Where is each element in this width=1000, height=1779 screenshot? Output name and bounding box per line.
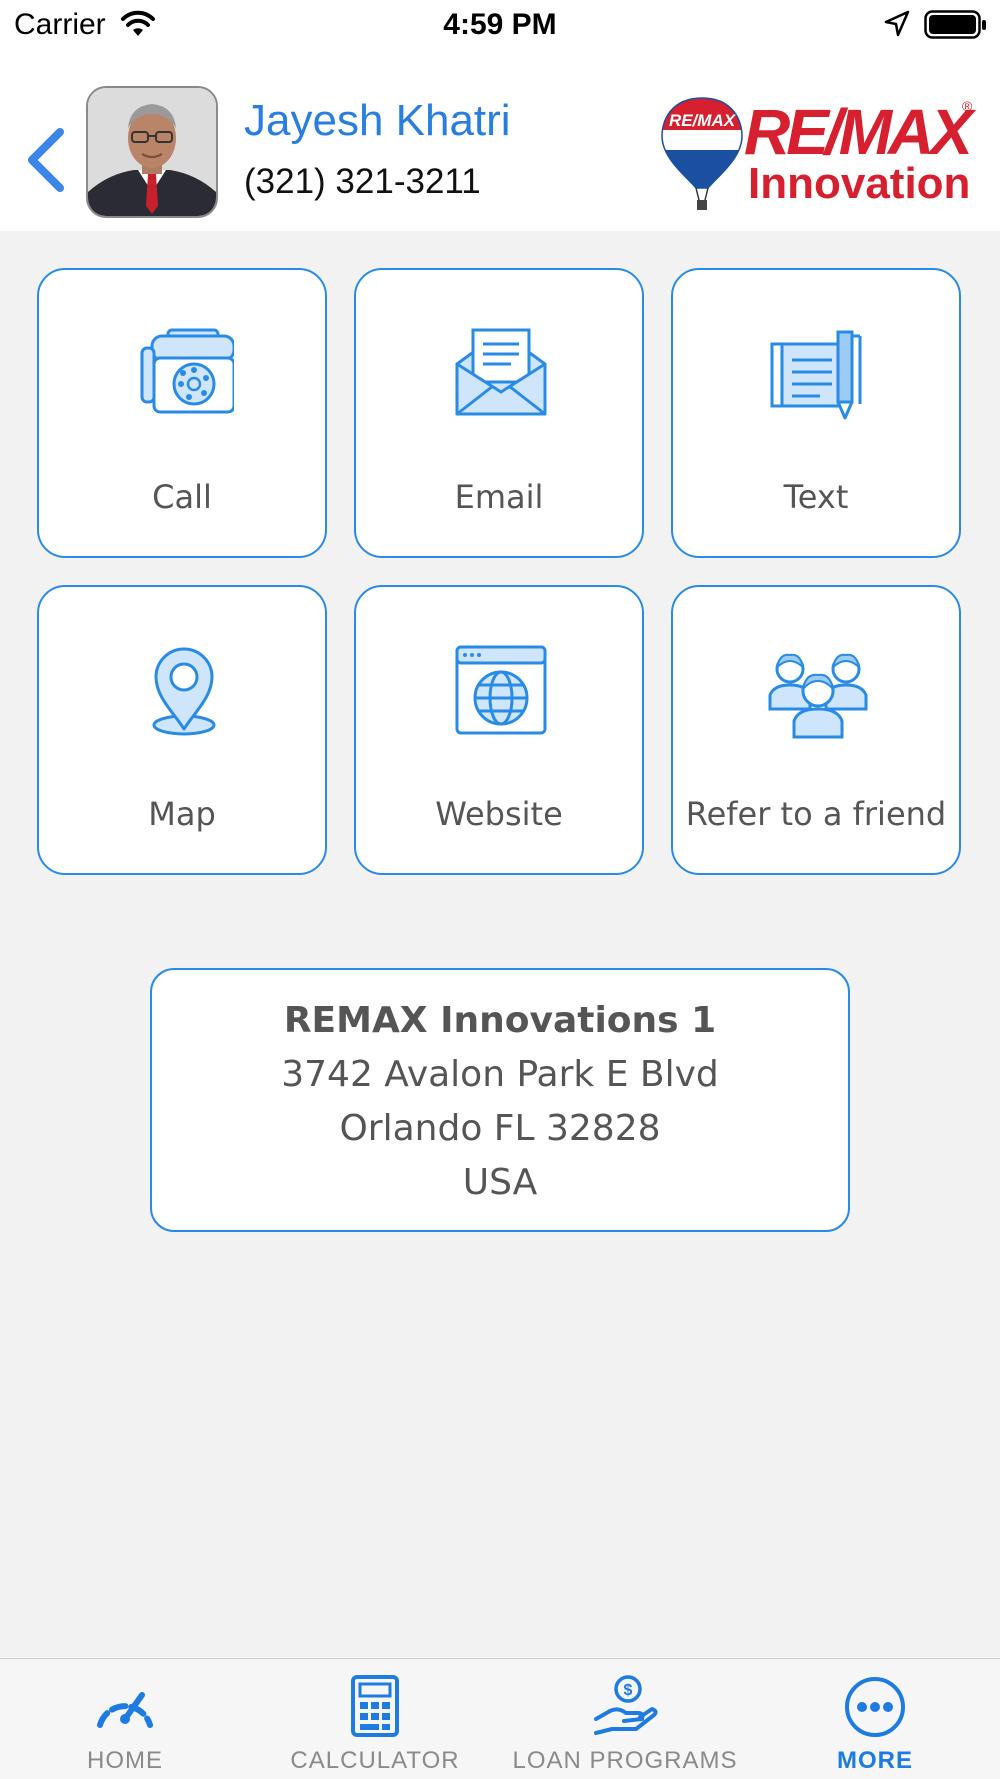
email-tile[interactable]: Email	[354, 268, 644, 558]
registered-mark: ®	[962, 98, 973, 114]
tab-more-label: MORE	[837, 1747, 913, 1774]
svg-text:RE/MAX: RE/MAX	[669, 111, 737, 130]
tab-home-label: HOME	[87, 1747, 163, 1774]
logo-wordmark: RE/MAX	[744, 96, 973, 168]
email-label: Email	[454, 478, 544, 516]
tab-more[interactable]: MORE	[750, 1659, 1000, 1779]
agent-photo	[88, 88, 216, 216]
people-group-icon	[768, 653, 868, 739]
telephone-icon	[140, 328, 234, 414]
agent-avatar	[86, 86, 218, 218]
call-tile[interactable]: Call	[37, 268, 327, 558]
agent-header: Jayesh Khatri (321) 321-3211 RE/MAX RE/M…	[0, 50, 1000, 231]
call-label: Call	[152, 478, 212, 516]
money-hand-icon: $	[594, 1675, 658, 1735]
refer-friend-label: Refer to a friend	[685, 795, 947, 833]
map-label: Map	[148, 795, 216, 833]
more-dots-icon	[845, 1677, 905, 1737]
tab-home[interactable]: HOME	[0, 1659, 250, 1779]
map-tile[interactable]: Map	[37, 585, 327, 875]
refer-friend-tile[interactable]: Refer to a friend	[671, 585, 961, 875]
tab-calculator[interactable]: CALCULATOR	[250, 1659, 500, 1779]
tab-loan-programs-label: LOAN PROGRAMS	[512, 1747, 738, 1774]
agent-name[interactable]: Jayesh Khatri	[244, 96, 511, 146]
document-pen-icon	[770, 330, 862, 420]
agent-phone[interactable]: (321) 321-3211	[244, 162, 481, 202]
website-tile[interactable]: Website	[354, 585, 644, 875]
location-arrow-icon	[884, 10, 910, 37]
status-bar: Carrier 4:59 PM	[0, 0, 1000, 50]
city-state-zip: Orlando FL 32828	[339, 1108, 661, 1149]
battery-icon	[924, 10, 986, 39]
tab-bar: HOME CALCULATOR $ LOAN PROGRAMS MORE	[0, 1658, 1000, 1779]
clock: 4:59 PM	[443, 8, 557, 41]
address-card[interactable]: REMAX Innovations 1 3742 Avalon Park E B…	[150, 968, 850, 1232]
svg-text:$: $	[624, 1682, 633, 1699]
remax-logo: RE/MAX RE/MAX ® Innovation	[660, 96, 980, 212]
text-tile[interactable]: Text	[671, 268, 961, 558]
office-name: REMAX Innovations 1	[283, 1000, 717, 1041]
street-address: 3742 Avalon Park E Blvd	[281, 1054, 719, 1095]
tab-calculator-label: CALCULATOR	[290, 1747, 460, 1774]
logo-subtitle: Innovation	[748, 159, 971, 208]
envelope-icon	[455, 328, 547, 416]
country: USA	[462, 1162, 538, 1203]
calculator-icon	[351, 1675, 399, 1737]
globe-browser-icon	[455, 645, 547, 735]
website-label: Website	[435, 795, 563, 833]
map-pin-icon	[152, 647, 216, 736]
balloon-icon: RE/MAX	[661, 97, 743, 210]
speedometer-icon	[97, 1692, 153, 1728]
text-label: Text	[783, 478, 849, 516]
back-button[interactable]	[20, 120, 70, 200]
tab-loan-programs[interactable]: $ LOAN PROGRAMS	[500, 1659, 750, 1779]
